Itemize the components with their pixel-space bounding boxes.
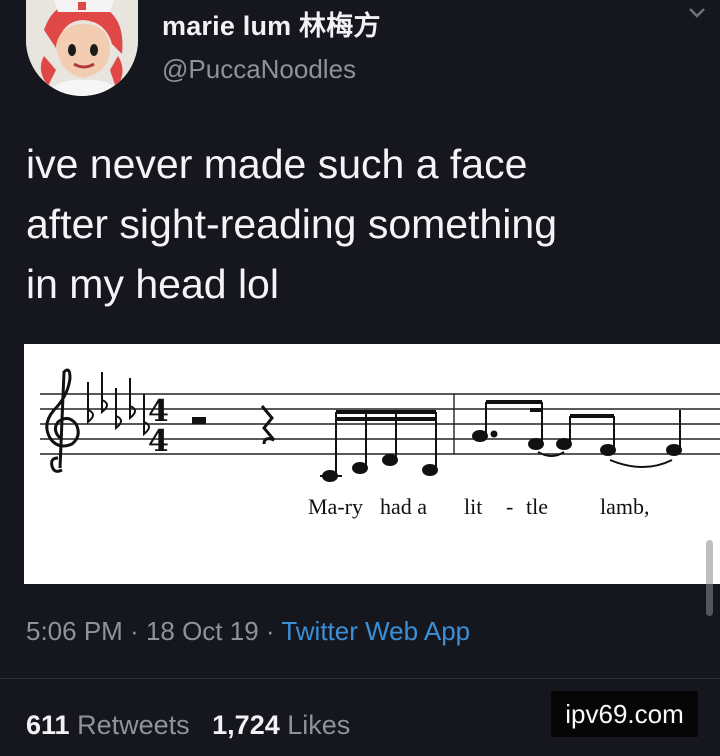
half-rest — [192, 417, 206, 424]
likes-label: Likes — [287, 710, 351, 740]
meta-separator: · — [122, 616, 146, 646]
lyric-word: lamb, — [600, 494, 650, 519]
svg-text:4: 4 — [148, 424, 169, 459]
lyric-word: lit — [464, 494, 483, 519]
lyric-word: tle — [526, 494, 548, 519]
time-signature: 4 4 — [148, 394, 169, 459]
tweet-meta: 5:06 PM · 18 Oct 19 · Twitter Web App — [26, 616, 470, 647]
avatar-illustration-icon — [26, 0, 138, 96]
staff-lines — [40, 393, 720, 455]
treble-clef-icon — [45, 368, 80, 473]
tweet-stats: 611 Retweets 1,724 Likes — [26, 710, 350, 741]
retweets-count: 611 — [26, 710, 70, 740]
meta-separator: · — [258, 616, 282, 646]
avatar[interactable] — [26, 0, 138, 96]
lyric-word: Ma-ry — [308, 494, 363, 519]
tweet-time[interactable]: 5:06 PM — [26, 616, 123, 646]
divider — [0, 678, 720, 679]
user-handle[interactable]: @PuccaNoodles — [162, 54, 356, 85]
likes-stat[interactable]: 1,724 Likes — [212, 710, 350, 740]
note-group-1 — [320, 410, 438, 482]
lyric-word: - — [506, 494, 514, 519]
tweet-text-line: ive never made such a face — [26, 141, 528, 187]
quarter-rest — [260, 405, 276, 445]
scrollbar[interactable] — [706, 540, 713, 616]
tweet-text-line: after sight-reading something — [26, 201, 558, 247]
tweet-text-line: in my head lol — [26, 261, 279, 307]
likes-count: 1,724 — [212, 710, 280, 740]
retweets-label: Retweets — [77, 710, 190, 740]
display-name[interactable]: marie lum 林梅方 — [162, 4, 381, 43]
note-group-2 — [472, 400, 682, 468]
watermark: ipv69.com — [551, 691, 698, 737]
sheet-music-image[interactable]: 4 4 Ma-ry had a lit - tle lamb, — [24, 344, 720, 584]
retweets-stat[interactable]: 611 Retweets — [26, 710, 190, 740]
lyric-word: had a — [380, 494, 428, 519]
chevron-down-icon[interactable] — [688, 6, 706, 20]
tweet-date[interactable]: 18 Oct 19 — [146, 616, 259, 646]
tweet-text: ive never made such a face after sight-r… — [26, 134, 716, 314]
music-staff: 4 4 — [40, 368, 720, 482]
key-signature-flats — [87, 372, 150, 437]
tweet-source-link[interactable]: Twitter Web App — [281, 616, 470, 646]
